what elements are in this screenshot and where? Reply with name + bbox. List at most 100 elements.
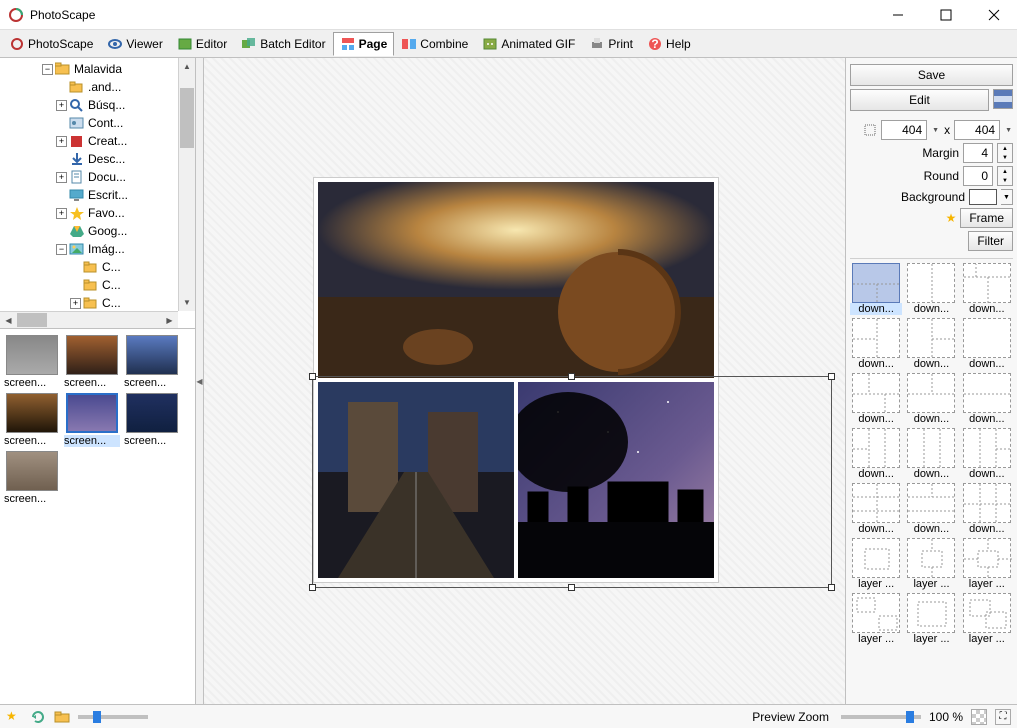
- folder-tree[interactable]: −Malavida.and...+Búsq...Cont...+Creat...…: [0, 58, 195, 328]
- tree-item[interactable]: +Docu...: [0, 168, 195, 186]
- height-input[interactable]: [954, 120, 1000, 140]
- layout-template[interactable]: down...: [850, 483, 902, 535]
- tree-item[interactable]: Escrit...: [0, 186, 195, 204]
- margin-spinner[interactable]: ▲▼: [997, 143, 1013, 163]
- selection-box[interactable]: [312, 376, 832, 588]
- layout-template[interactable]: down...: [961, 318, 1013, 370]
- thumbnail-item[interactable]: screen...: [124, 335, 180, 389]
- minimize-button[interactable]: [883, 3, 913, 27]
- thumbnail-item[interactable]: screen...: [4, 335, 60, 389]
- tab-editor[interactable]: Editor: [170, 32, 234, 56]
- layout-template[interactable]: down...: [961, 428, 1013, 480]
- layout-mode-icon[interactable]: [993, 89, 1013, 109]
- layout-template[interactable]: down...: [850, 263, 902, 315]
- round-spinner[interactable]: ▲▼: [997, 166, 1013, 186]
- tab-print[interactable]: Print: [582, 32, 640, 56]
- thumbnail-item[interactable]: screen...: [64, 393, 120, 447]
- zoom-slider-thumb[interactable]: [906, 711, 914, 723]
- layout-template[interactable]: down...: [905, 263, 957, 315]
- scroll-left-icon[interactable]: ◀: [0, 312, 17, 328]
- thumbnail-size-slider[interactable]: [78, 715, 148, 719]
- maximize-button[interactable]: [931, 3, 961, 27]
- slider-thumb[interactable]: [93, 711, 101, 723]
- tree-item[interactable]: Desc...: [0, 150, 195, 168]
- layout-template[interactable]: down...: [905, 483, 957, 535]
- layout-template[interactable]: layer ...: [850, 538, 902, 590]
- layout-template[interactable]: down...: [850, 428, 902, 480]
- fullscreen-icon[interactable]: ⛶: [995, 709, 1011, 725]
- layout-template[interactable]: layer ...: [961, 538, 1013, 590]
- layout-template[interactable]: down...: [905, 428, 957, 480]
- width-dropdown-icon[interactable]: ▼: [931, 127, 940, 134]
- tree-item[interactable]: −Malavida: [0, 60, 195, 78]
- tree-scrollbar-vertical[interactable]: ▲ ▼: [178, 58, 195, 311]
- tree-item[interactable]: C...: [0, 276, 195, 294]
- expand-icon[interactable]: +: [56, 100, 67, 111]
- layout-template[interactable]: layer ...: [850, 593, 902, 645]
- layout-template[interactable]: down...: [850, 373, 902, 425]
- panel-collapse-handle[interactable]: ◀: [196, 58, 204, 704]
- tab-photoscape[interactable]: PhotoScape: [2, 32, 100, 56]
- expand-icon[interactable]: −: [42, 64, 53, 75]
- expand-icon[interactable]: +: [56, 136, 67, 147]
- tab-animated-gif[interactable]: Animated GIF: [475, 32, 582, 56]
- tree-item[interactable]: +C...: [0, 294, 195, 312]
- favorite-icon[interactable]: ★: [6, 709, 22, 725]
- thumbnail-item[interactable]: screen...: [4, 393, 60, 447]
- resize-handle-se[interactable]: [828, 584, 835, 591]
- tree-item[interactable]: +Búsq...: [0, 96, 195, 114]
- expand-icon[interactable]: +: [56, 172, 67, 183]
- tab-viewer[interactable]: Viewer: [100, 32, 169, 56]
- tree-item[interactable]: +Favo...: [0, 204, 195, 222]
- layout-template[interactable]: down...: [961, 483, 1013, 535]
- layout-template[interactable]: layer ...: [905, 538, 957, 590]
- background-dropdown-icon[interactable]: ▼: [1001, 189, 1013, 205]
- thumbnail-item[interactable]: screen...: [124, 393, 180, 447]
- width-input[interactable]: [881, 120, 927, 140]
- expand-icon[interactable]: +: [70, 298, 81, 309]
- save-button[interactable]: Save: [850, 64, 1013, 86]
- round-input[interactable]: [963, 166, 993, 186]
- layout-template[interactable]: down...: [961, 263, 1013, 315]
- layout-template[interactable]: layer ...: [961, 593, 1013, 645]
- expand-icon[interactable]: −: [56, 244, 67, 255]
- layout-template[interactable]: down...: [905, 318, 957, 370]
- rotate-icon[interactable]: [30, 709, 46, 725]
- close-button[interactable]: [979, 3, 1009, 27]
- expand-icon[interactable]: +: [56, 208, 67, 219]
- tab-batch-editor[interactable]: Batch Editor: [234, 32, 332, 56]
- canvas[interactable]: [204, 58, 845, 704]
- tree-item[interactable]: C...: [0, 258, 195, 276]
- tree-item[interactable]: −Imág...: [0, 240, 195, 258]
- resize-handle-s[interactable]: [568, 584, 575, 591]
- tree-item[interactable]: Cont...: [0, 114, 195, 132]
- tree-item[interactable]: .and...: [0, 78, 195, 96]
- thumbnail-item[interactable]: screen...: [64, 335, 120, 389]
- collage-cell-1[interactable]: [318, 182, 714, 378]
- resize-handle-n[interactable]: [568, 373, 575, 380]
- layout-template[interactable]: down...: [850, 318, 902, 370]
- background-color-swatch[interactable]: [969, 189, 997, 205]
- resize-handle-ne[interactable]: [828, 373, 835, 380]
- scroll-thumb[interactable]: [180, 88, 194, 148]
- edit-button[interactable]: Edit: [850, 89, 989, 111]
- scroll-down-icon[interactable]: ▼: [179, 294, 195, 311]
- resize-handle-nw[interactable]: [309, 373, 316, 380]
- folder-icon[interactable]: [54, 709, 70, 725]
- tree-item[interactable]: Goog...: [0, 222, 195, 240]
- tab-page[interactable]: Page: [333, 32, 395, 56]
- frame-button[interactable]: Frame: [960, 208, 1013, 228]
- tree-scrollbar-horizontal[interactable]: ◀ ▶: [0, 311, 178, 328]
- scroll-up-icon[interactable]: ▲: [179, 58, 195, 75]
- resize-handle-sw[interactable]: [309, 584, 316, 591]
- layout-template[interactable]: layer ...: [905, 593, 957, 645]
- thumbnail-item[interactable]: screen...: [4, 451, 60, 505]
- scroll-right-icon[interactable]: ▶: [161, 312, 178, 328]
- tab-combine[interactable]: Combine: [394, 32, 475, 56]
- tab-help[interactable]: ?Help: [640, 32, 698, 56]
- transparency-icon[interactable]: [971, 709, 987, 725]
- link-dimensions-icon[interactable]: [863, 123, 877, 137]
- layout-template[interactable]: down...: [905, 373, 957, 425]
- zoom-slider[interactable]: [841, 715, 921, 719]
- height-dropdown-icon[interactable]: ▼: [1004, 127, 1013, 134]
